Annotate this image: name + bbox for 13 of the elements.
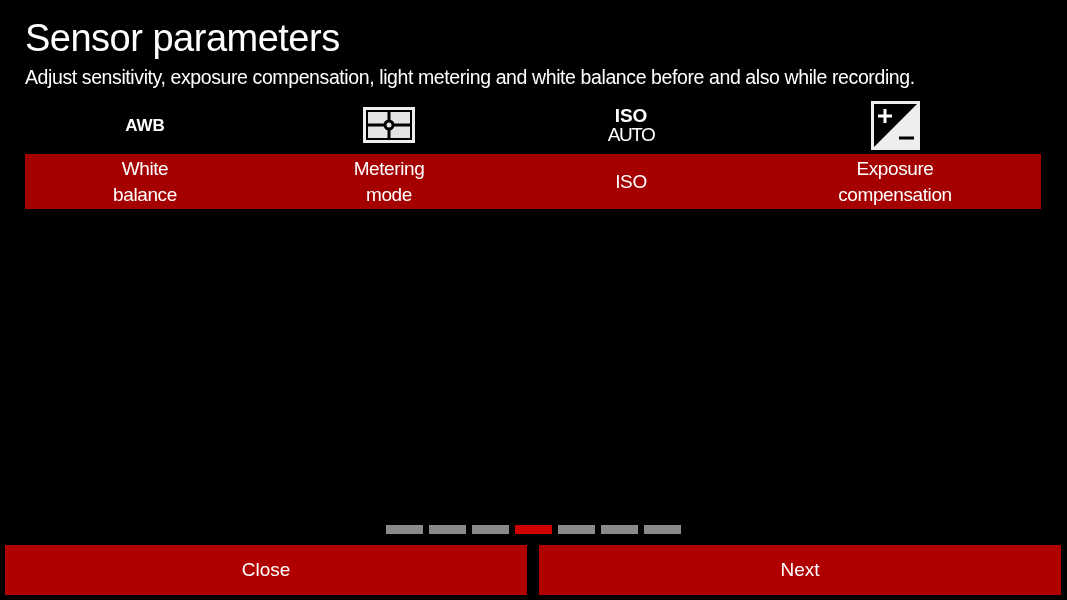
metering-mode-icon	[363, 107, 415, 143]
parameter-label: White balance	[113, 156, 177, 207]
parameter-label: Exposure compensation	[838, 156, 952, 207]
icon-text: AUTO	[607, 125, 655, 144]
parameter-label: ISO	[615, 169, 647, 194]
action-button[interactable]: Next	[539, 545, 1061, 595]
description-text: Adjust sensitivity, exposure compensation, light metering and white balance before and also while recording.	[25, 65, 915, 89]
action-button[interactable]: Close	[5, 545, 527, 595]
screen-title: Sensor parameters	[25, 16, 340, 61]
exposure-compensation-icon	[869, 99, 921, 151]
icon-text: AWB	[125, 115, 165, 135]
icon-text: ISO	[614, 106, 648, 125]
parameter-label: Metering mode	[353, 156, 425, 207]
